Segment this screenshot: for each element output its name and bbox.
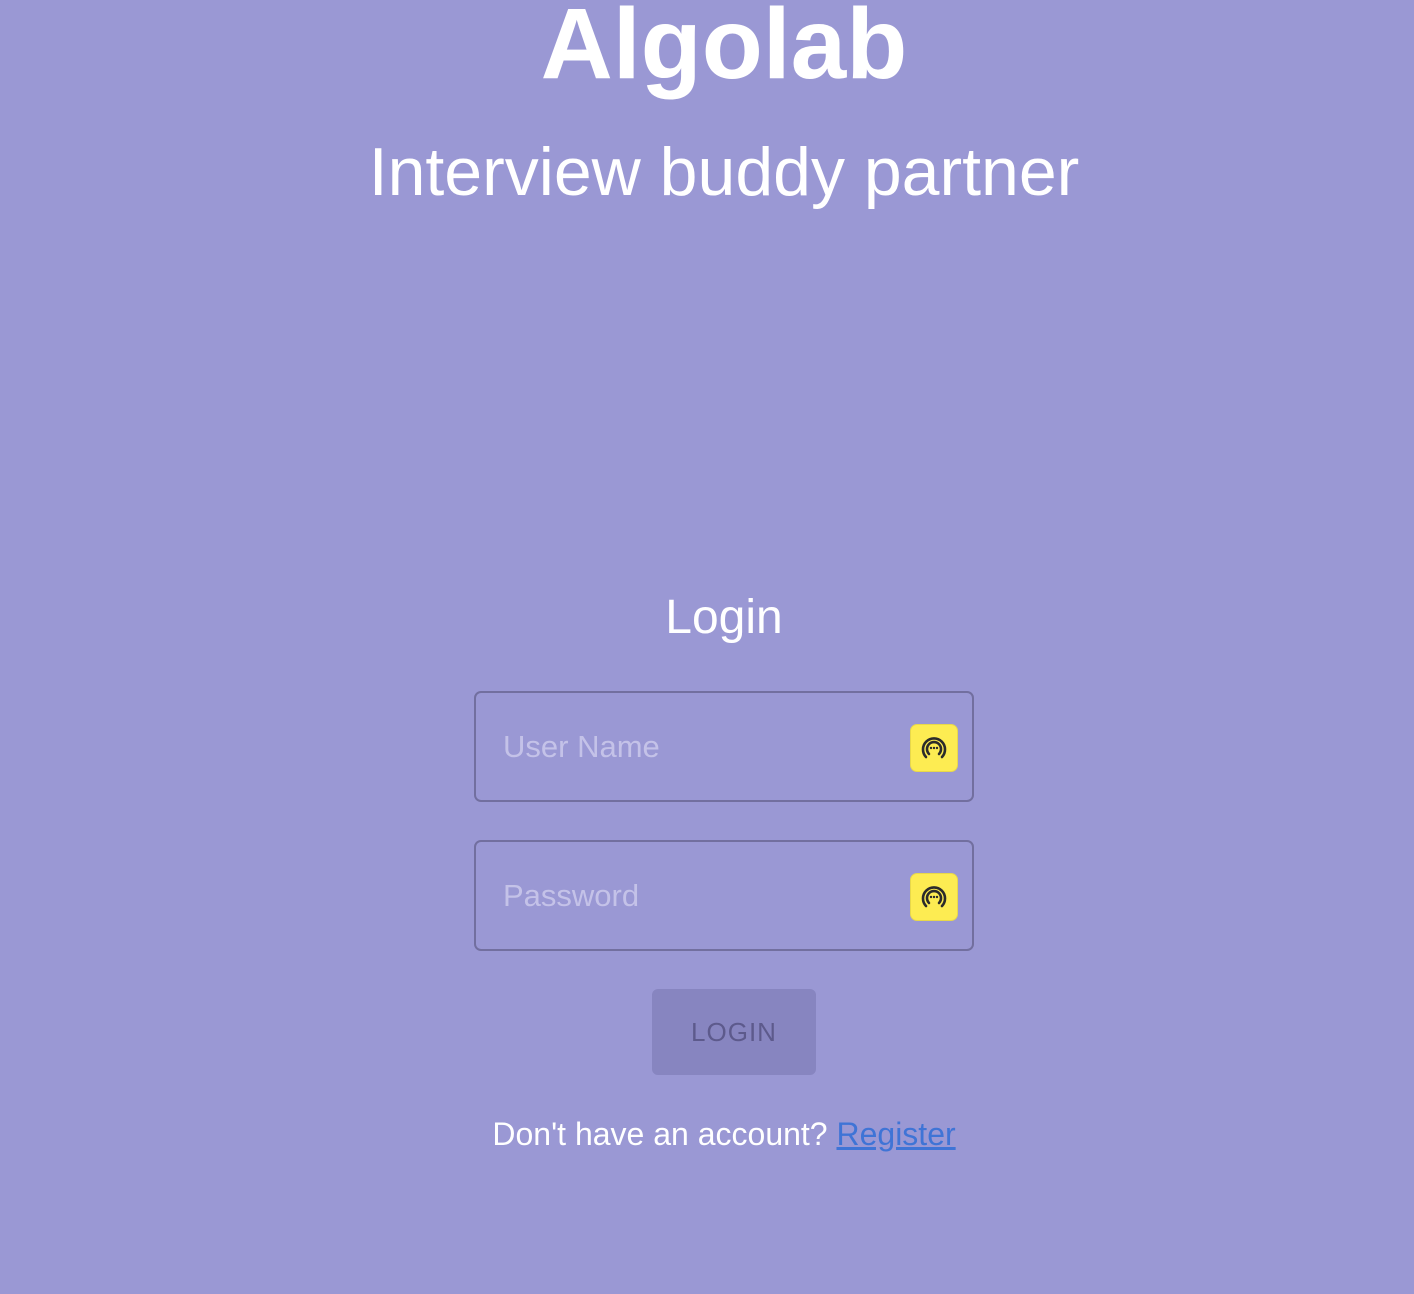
app-subtitle: Interview buddy partner: [368, 134, 1080, 210]
login-heading: Login: [665, 591, 783, 644]
app-title: Algolab: [540, 0, 908, 100]
password-field: [474, 840, 974, 951]
password-manager-icon[interactable]: [910, 873, 958, 921]
register-prompt-text: Don't have an account?: [492, 1116, 828, 1152]
login-page: Algolab Interview buddy partner Login Us…: [0, 0, 1414, 1294]
login-button[interactable]: LOGIN: [652, 989, 816, 1075]
password-manager-icon[interactable]: [910, 724, 958, 772]
username-field: [474, 691, 974, 802]
username-input[interactable]: [476, 693, 896, 800]
register-prompt: Don't have an account? Register: [0, 1113, 1414, 1155]
register-link[interactable]: Register: [836, 1116, 955, 1152]
password-input[interactable]: [476, 842, 896, 949]
